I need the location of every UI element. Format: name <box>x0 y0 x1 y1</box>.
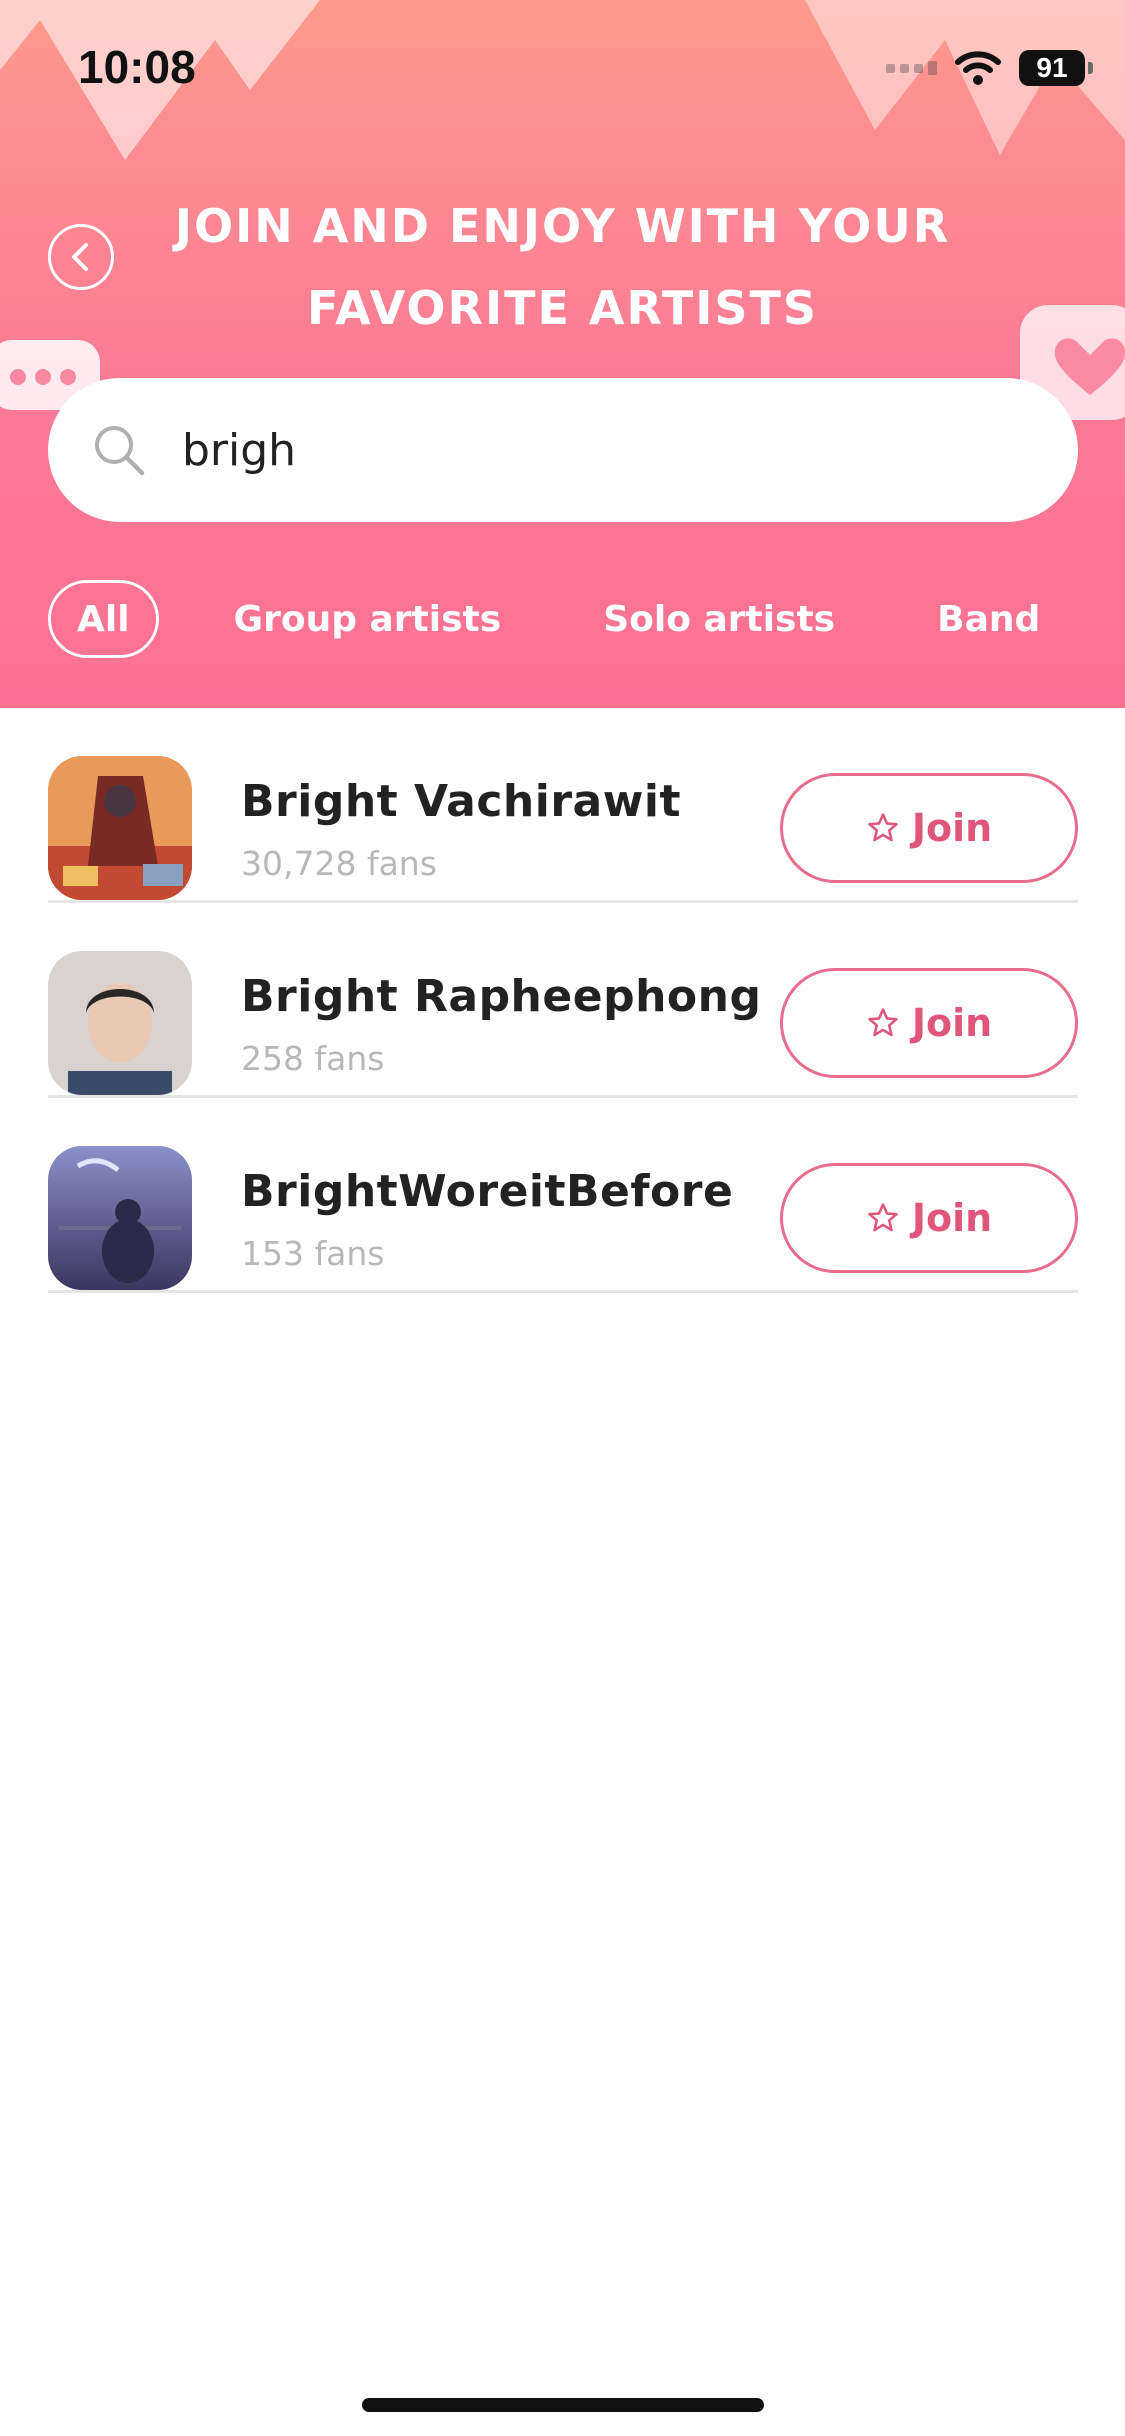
status-icons: 91 <box>886 48 1093 88</box>
page-title-line-2: FAVORITE ARTISTS <box>307 281 818 335</box>
artist-name: BrightWoreitBefore <box>241 1166 734 1217</box>
tab-band[interactable]: Band <box>937 599 1040 640</box>
star-icon <box>868 1008 898 1037</box>
tab-solo-artists[interactable]: Solo artists <box>603 599 835 640</box>
artist-row[interactable]: Bright Vachirawit 30,728 fans Join <box>48 708 1078 903</box>
artist-fan-count: 153 fans <box>241 1234 385 1273</box>
search-icon <box>95 426 145 476</box>
artist-results-list: Bright Vachirawit 30,728 fans Join Brigh… <box>48 708 1078 1293</box>
artist-name: Bright Vachirawit <box>241 776 681 827</box>
artist-avatar <box>48 756 192 900</box>
star-icon <box>868 1203 898 1232</box>
page-title: JOIN AND ENJOY WITH YOUR FAVORITE ARTIST… <box>150 185 975 349</box>
status-time: 10:08 <box>78 41 196 93</box>
back-button[interactable] <box>48 224 114 290</box>
artist-row[interactable]: Bright Rapheephong 258 fans Join <box>48 903 1078 1098</box>
join-button[interactable]: Join <box>780 968 1078 1078</box>
join-button[interactable]: Join <box>780 1163 1078 1273</box>
artist-fan-count: 258 fans <box>241 1039 385 1078</box>
cellular-signal-icon <box>886 61 937 75</box>
wifi-icon <box>955 51 1001 85</box>
search-input[interactable]: brigh <box>48 378 1078 522</box>
join-button-label: Join <box>911 1196 993 1240</box>
join-button-label: Join <box>911 1001 993 1045</box>
tab-group-artists[interactable]: Group artists <box>234 599 502 640</box>
chevron-left-icon <box>72 243 88 271</box>
home-indicator[interactable] <box>362 2398 764 2412</box>
artist-avatar <box>48 1146 192 1290</box>
artist-fan-count: 30,728 fans <box>241 844 437 883</box>
category-filter-tabs: All Group artists Solo artists Band <box>48 578 1040 660</box>
artist-row[interactable]: BrightWoreitBefore 153 fans Join <box>48 1098 1078 1293</box>
tab-all[interactable]: All <box>48 580 159 658</box>
battery-icon: 91 <box>1019 50 1093 86</box>
artist-avatar <box>48 951 192 1095</box>
artist-name: Bright Rapheephong <box>241 971 762 1022</box>
search-query-text: brigh <box>182 424 297 476</box>
join-button[interactable]: Join <box>780 773 1078 883</box>
page-title-line-1: JOIN AND ENJOY WITH YOUR <box>174 199 951 253</box>
star-icon <box>868 813 898 842</box>
join-button-label: Join <box>911 806 993 850</box>
